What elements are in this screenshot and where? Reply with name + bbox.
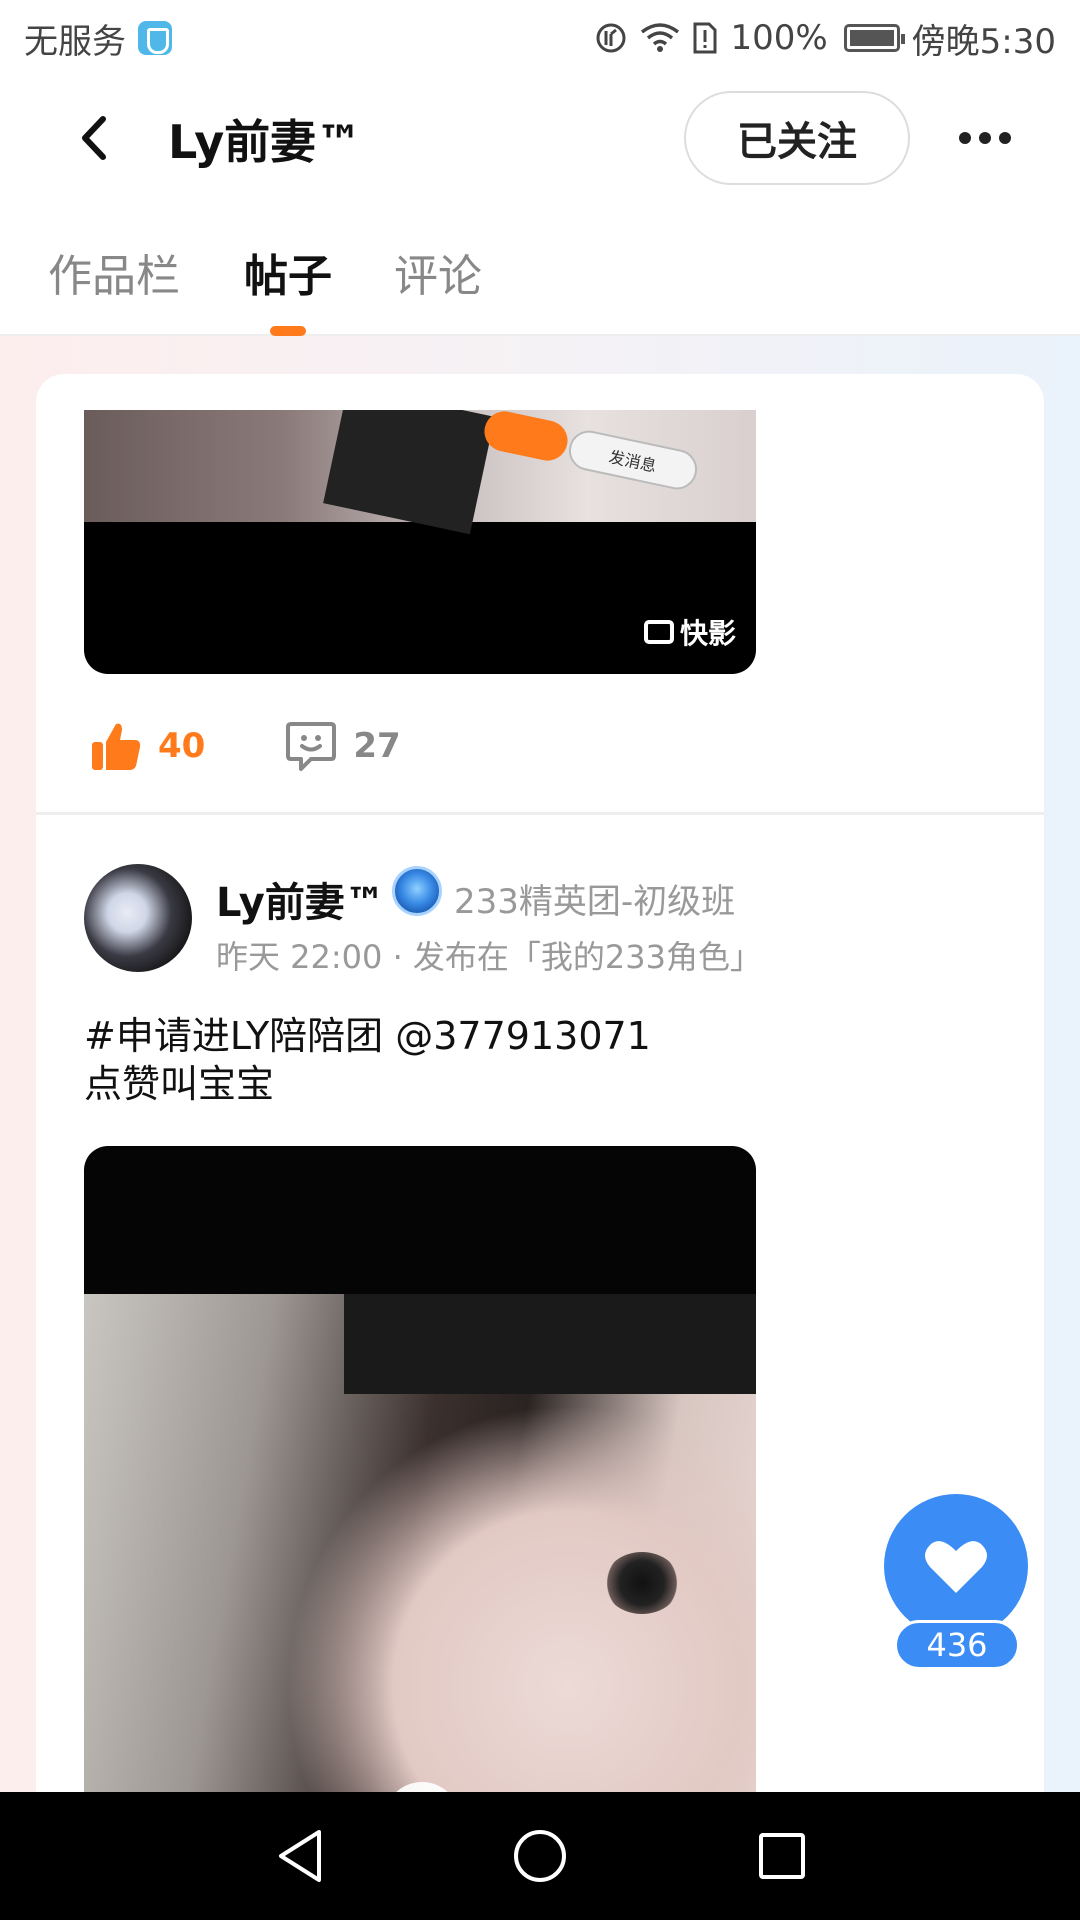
following-button[interactable]: 已关注 (684, 91, 910, 185)
status-right: 100% 傍晚5:30 (594, 14, 1056, 63)
carrier-text: 无服务 (24, 21, 126, 62)
kuaiying-watermark: 快影 (643, 612, 736, 652)
clock: 傍晚5:30 (911, 21, 1056, 62)
battery-percent: 100% (730, 18, 828, 58)
circle-home-icon (514, 1830, 566, 1882)
post-video-thumbnail[interactable]: 发消息 快影 (84, 410, 756, 674)
battery-icon (843, 24, 905, 52)
video-camera-icon (643, 620, 674, 644)
profile-tabs: 作品栏 帖子 评论 (0, 200, 1080, 336)
square-recents-icon (759, 1833, 805, 1879)
page-title: Ly前妻™ (168, 115, 363, 169)
avatar[interactable] (84, 864, 192, 972)
tab-works[interactable]: 作品栏 (48, 240, 180, 304)
post-text-line: 点赞叫宝宝 (84, 1062, 275, 1106)
thumbs-up-icon (92, 723, 141, 770)
triangle-back-icon (279, 1830, 321, 1882)
nav-back-button[interactable] (270, 1826, 330, 1886)
nav-home-button[interactable] (510, 1826, 570, 1886)
app-header: Ly前妻™ 已关注 (0, 76, 1080, 200)
floating-like-button[interactable] (884, 1494, 1028, 1638)
message-pill-label: 发消息 (607, 447, 659, 476)
dot-icon (999, 132, 1011, 144)
system-nav-bar (0, 1792, 1080, 1920)
watermark-text: 快影 (679, 617, 736, 650)
post-divider (36, 812, 1044, 815)
heart-icon (925, 1541, 987, 1593)
data-saver-icon (594, 21, 628, 55)
nav-recents-button[interactable] (752, 1826, 812, 1886)
badge-icon (392, 866, 442, 916)
chevron-left-icon (82, 116, 106, 160)
comment-icon (286, 722, 337, 771)
post-video[interactable] (84, 1146, 756, 1792)
author-name[interactable]: Ly前妻™ (216, 870, 385, 928)
back-button[interactable] (66, 110, 122, 166)
group-badge-label[interactable]: 233精英团-初级班 (454, 874, 735, 923)
post-text: #申请进LY陪陪团 @377913071 点赞叫宝宝 (84, 1012, 651, 1108)
shield-icon (138, 21, 172, 55)
status-left: 无服务 (24, 14, 172, 63)
dot-icon (979, 132, 991, 144)
sim-alert-icon (692, 21, 718, 55)
post-actions: 40 27 (90, 710, 401, 782)
status-bar: 无服务 100% 傍晚5:30 (0, 0, 1080, 76)
video-frame-detail (604, 1552, 680, 1614)
comment-button[interactable]: 27 (285, 720, 401, 772)
like-count: 40 (158, 726, 206, 766)
wifi-icon (640, 22, 680, 54)
comment-count: 27 (353, 726, 401, 766)
post-text-line[interactable]: #申请进LY陪陪团 @377913071 (84, 1012, 651, 1060)
post-meta: 昨天 22:00 · 发布在「我的233角色」 (216, 938, 762, 976)
dot-icon (959, 132, 971, 144)
tab-posts[interactable]: 帖子 (244, 240, 332, 304)
tab-comments[interactable]: 评论 (394, 240, 482, 304)
more-options-button[interactable] (950, 116, 1020, 160)
floating-like-count: 436 (894, 1620, 1020, 1670)
video-frame-detail (344, 1294, 756, 1394)
active-tab-indicator (270, 326, 306, 336)
like-button[interactable]: 40 (90, 720, 205, 772)
